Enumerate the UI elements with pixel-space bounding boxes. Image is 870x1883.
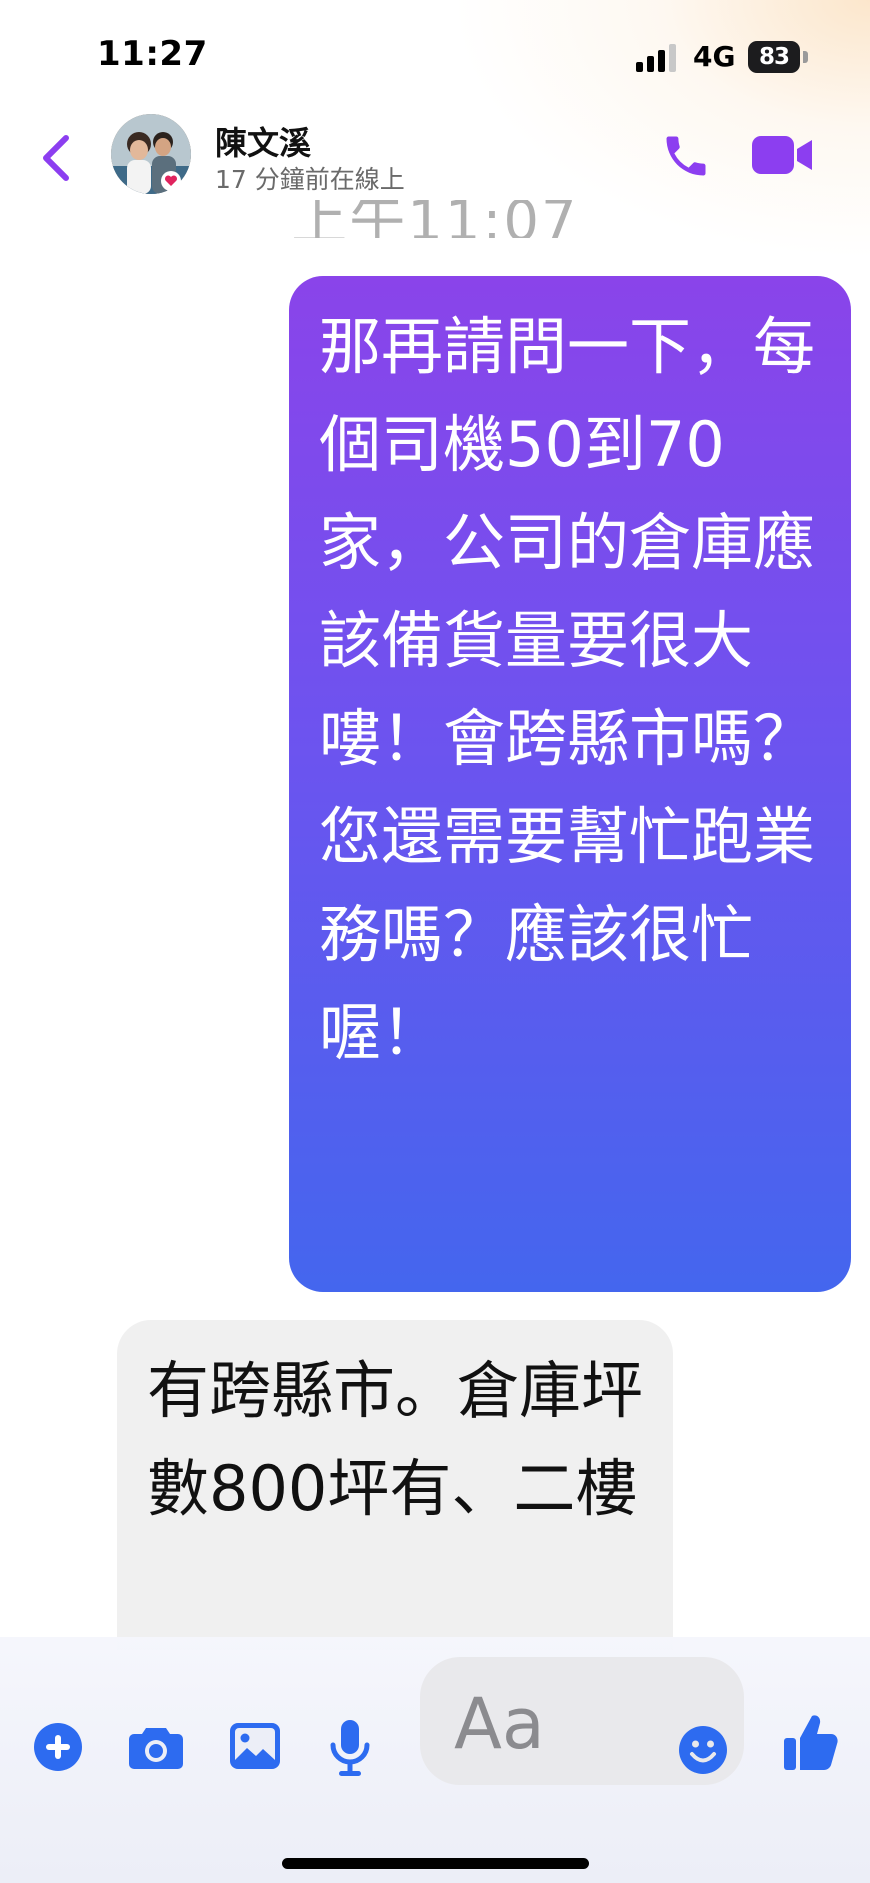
network-type: 4G bbox=[693, 40, 736, 73]
microphone-icon[interactable] bbox=[330, 1719, 370, 1777]
signal-strength-icon bbox=[636, 44, 676, 72]
status-time: 11:27 bbox=[97, 34, 208, 74]
presence-status: 17 分鐘前在線上 bbox=[215, 165, 405, 194]
message-input[interactable]: Aa bbox=[420, 1657, 744, 1785]
battery-icon: 83 bbox=[748, 41, 810, 73]
composer-bar: Aa bbox=[0, 1637, 870, 1883]
camera-icon[interactable] bbox=[128, 1724, 184, 1770]
input-placeholder: Aa bbox=[454, 1683, 545, 1765]
smiley-icon[interactable] bbox=[678, 1725, 728, 1775]
back-chevron-icon[interactable] bbox=[36, 132, 76, 184]
status-bar: 11:27 4G 83 bbox=[0, 0, 870, 110]
outgoing-message-bubble[interactable]: 那再請問一下，每個司機50到70家，公司的倉庫應該備貨量要很大嘍！會跨縣市嗎？您… bbox=[289, 276, 851, 1292]
battery-cap bbox=[803, 51, 808, 63]
chat-header: 陳文溪 17 分鐘前在線上 bbox=[0, 110, 870, 200]
heart-badge-icon bbox=[161, 171, 181, 191]
image-icon[interactable] bbox=[229, 1722, 281, 1770]
phone-icon[interactable] bbox=[660, 130, 712, 182]
contact-name[interactable]: 陳文溪 bbox=[215, 118, 311, 164]
thumbs-up-icon[interactable] bbox=[784, 1714, 838, 1770]
video-camera-icon[interactable] bbox=[752, 134, 812, 176]
message-timestamp: 上午11:07 bbox=[291, 200, 579, 238]
plus-circle-icon[interactable] bbox=[33, 1722, 83, 1772]
incoming-message-bubble[interactable]: 有跨縣市。倉庫坪數800坪有、二樓 bbox=[117, 1320, 673, 1650]
timestamp-row: 上午11:07 bbox=[0, 200, 870, 238]
home-indicator[interactable] bbox=[282, 1858, 589, 1869]
battery-level: 83 bbox=[758, 44, 790, 70]
